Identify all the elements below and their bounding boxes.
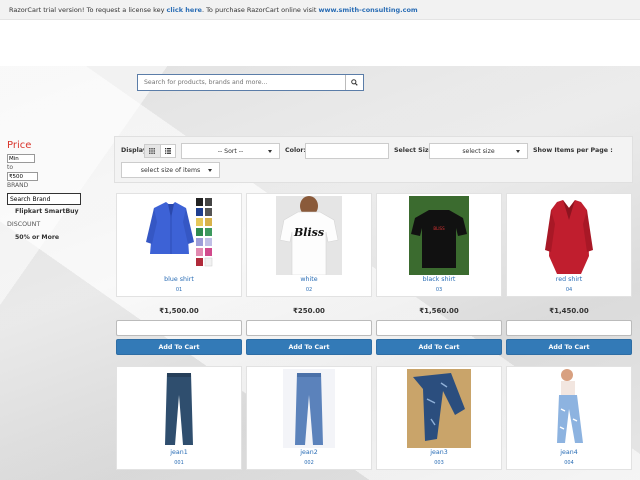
- product-price: ₹250.00: [293, 307, 325, 315]
- product-image[interactable]: [507, 196, 631, 275]
- jeans-image: [539, 369, 599, 448]
- product-image[interactable]: [247, 369, 371, 448]
- product-code: 003: [434, 460, 444, 466]
- product-image[interactable]: [507, 369, 631, 448]
- trial-notice-text: RazorCart trial version! To request a li…: [9, 6, 167, 14]
- red-shirt-image: [539, 196, 599, 275]
- add-to-cart-button[interactable]: Add To Cart: [506, 339, 632, 355]
- product-card[interactable]: jean1 001: [116, 366, 242, 470]
- product-image[interactable]: [117, 369, 241, 448]
- trial-notice-bar: RazorCart trial version! To request a li…: [0, 0, 640, 20]
- price-filter-title: Price: [7, 140, 32, 151]
- add-to-cart-button[interactable]: Add To Cart: [246, 339, 372, 355]
- filter-sidebar: Price to BRAND Flipkart SmartBuy DISCOUN…: [7, 140, 97, 241]
- chevron-down-icon: [268, 150, 272, 153]
- discount-option[interactable]: 50% or More: [15, 234, 97, 241]
- quantity-input[interactable]: [246, 320, 372, 336]
- request-license-link[interactable]: click here: [167, 6, 202, 14]
- product-price: ₹1,500.00: [159, 307, 199, 315]
- items-per-page-value: select size of items: [140, 166, 201, 174]
- product-card[interactable]: Bliss white 02: [246, 193, 372, 297]
- add-to-cart-button[interactable]: Add To Cart: [376, 339, 502, 355]
- product-card[interactable]: jean4 004: [506, 366, 632, 470]
- brand-option[interactable]: Flipkart SmartBuy: [15, 208, 97, 215]
- items-per-page-dropdown[interactable]: select size of items: [121, 162, 220, 178]
- product-code: 002: [304, 460, 314, 466]
- quantity-input[interactable]: [116, 320, 242, 336]
- white-tshirt-image: Bliss: [276, 196, 342, 275]
- blue-shirt-image: [140, 196, 218, 275]
- black-shirt-image: BLISS: [409, 196, 469, 275]
- product-name-link[interactable]: black shirt: [377, 276, 501, 283]
- product-code: 03: [435, 287, 443, 293]
- product-price: ₹1,560.00: [419, 307, 459, 315]
- price-to-label: to: [7, 164, 14, 171]
- product-name-link[interactable]: jean4: [507, 449, 631, 456]
- product-card[interactable]: BLISS black shirt 03: [376, 193, 502, 297]
- search-input[interactable]: [138, 75, 345, 90]
- jeans-image: [283, 369, 335, 448]
- grid-icon: [149, 148, 156, 154]
- bliss-print-text: Bliss: [293, 226, 324, 239]
- product-image[interactable]: BLISS: [377, 196, 501, 275]
- size-dropdown[interactable]: select size: [429, 143, 528, 159]
- quantity-input[interactable]: [506, 320, 632, 336]
- product-code: 01: [175, 287, 183, 293]
- product-card[interactable]: blue shirt 01: [116, 193, 242, 297]
- color-label: Color:: [285, 147, 307, 154]
- view-toggle: [144, 144, 176, 158]
- product-code: 04: [565, 287, 573, 293]
- search-icon: [351, 79, 358, 86]
- chevron-down-icon: [516, 150, 520, 153]
- trial-notice-text-2: . To purchase RazorCart online visit: [201, 6, 319, 14]
- product-name-link[interactable]: red shirt: [507, 276, 631, 283]
- sort-value: -- Sort --: [217, 147, 244, 155]
- product-card[interactable]: jean3 003: [376, 366, 502, 470]
- product-image[interactable]: [377, 369, 501, 448]
- list-icon: [164, 148, 171, 154]
- price-max-input[interactable]: [7, 172, 38, 181]
- product-card[interactable]: jean2 002: [246, 366, 372, 470]
- smith-consulting-link[interactable]: www.smith-consulting.com: [318, 6, 417, 14]
- product-code: 02: [305, 287, 313, 293]
- product-code: 004: [564, 460, 574, 466]
- product-image[interactable]: [117, 196, 241, 275]
- price-min-input[interactable]: [7, 154, 35, 163]
- shirt-logo-text: BLISS: [433, 226, 445, 231]
- quantity-input[interactable]: [376, 320, 502, 336]
- product-name-link[interactable]: white: [247, 276, 371, 283]
- search-button[interactable]: [345, 75, 363, 90]
- grid-view-button[interactable]: [145, 145, 161, 157]
- product-name-link[interactable]: jean3: [377, 449, 501, 456]
- product-card[interactable]: red shirt 04: [506, 193, 632, 297]
- product-price: ₹1,450.00: [549, 307, 589, 315]
- list-view-button[interactable]: [161, 145, 176, 157]
- product-name-link[interactable]: jean2: [247, 449, 371, 456]
- brand-search-input[interactable]: [7, 193, 81, 205]
- jeans-image: [159, 369, 199, 448]
- add-to-cart-button[interactable]: Add To Cart: [116, 339, 242, 355]
- product-search-bar: [137, 74, 364, 91]
- sort-dropdown[interactable]: -- Sort --: [181, 143, 280, 159]
- filter-toolbar: Display -- Sort -- Color: Select Size: s…: [114, 136, 633, 183]
- discount-filter-label: DISCOUNT: [7, 221, 41, 228]
- items-per-page-label: Show Items per Page :: [533, 147, 613, 154]
- color-input[interactable]: [305, 143, 389, 159]
- product-code: 001: [174, 460, 184, 466]
- brand-filter-label: BRAND: [7, 182, 29, 189]
- chevron-down-icon: [208, 169, 212, 172]
- product-name-link[interactable]: blue shirt: [117, 276, 241, 283]
- product-name-link[interactable]: jean1: [117, 449, 241, 456]
- size-value: select size: [462, 147, 495, 155]
- product-image[interactable]: Bliss: [247, 196, 371, 275]
- jeans-image: [407, 369, 471, 448]
